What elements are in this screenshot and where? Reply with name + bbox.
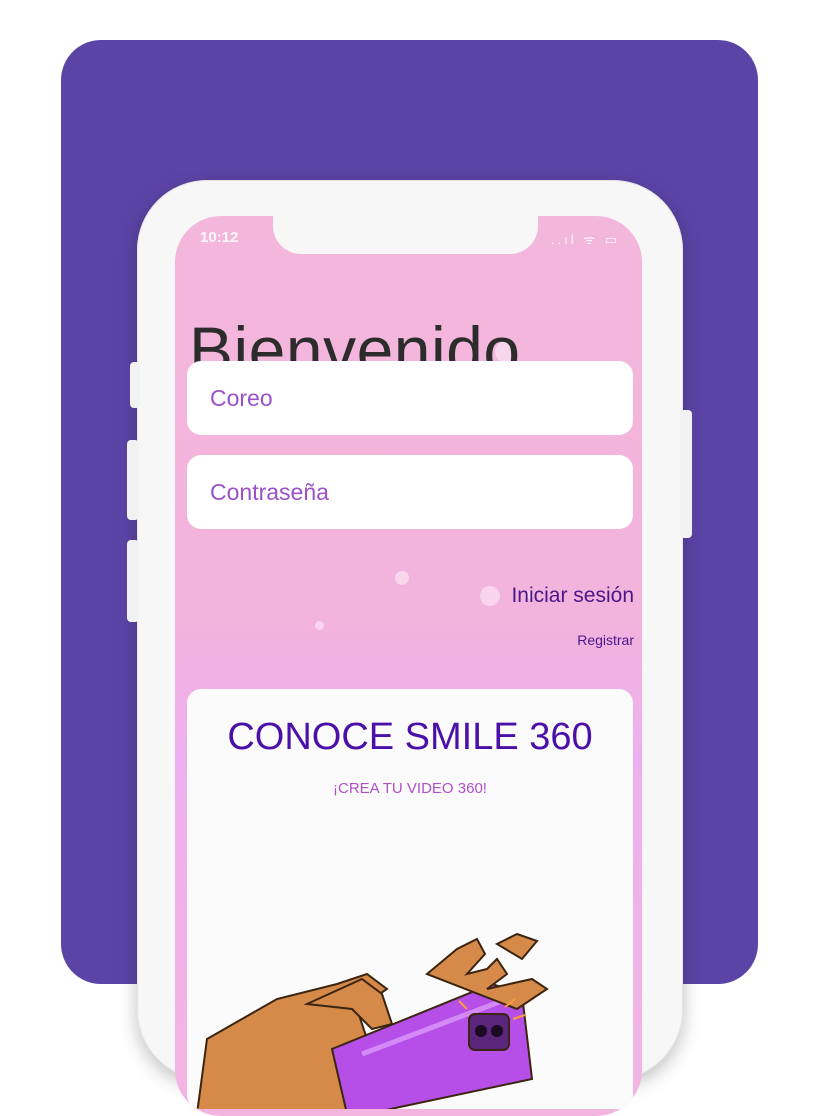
bubble-decoration xyxy=(395,571,409,585)
password-field[interactable]: Contraseña xyxy=(187,455,633,529)
power-button xyxy=(680,410,692,538)
hands-phone-illustration xyxy=(196,932,549,1109)
email-placeholder: Coreo xyxy=(210,384,273,411)
bubble-decoration xyxy=(480,586,500,606)
bubble-decoration xyxy=(315,621,324,630)
status-time: 10:12 xyxy=(200,229,239,246)
promo-card: CONOCE SMILE 360 ¡CREA TU VIDEO 360! xyxy=(187,689,633,1109)
volume-button-1 xyxy=(130,362,140,408)
promo-subtitle: ¡CREA TU VIDEO 360! xyxy=(333,780,487,797)
register-link[interactable]: Registrar xyxy=(577,632,634,648)
password-placeholder: Contraseña xyxy=(210,478,329,505)
email-field[interactable]: Coreo xyxy=(187,361,633,435)
promo-title: CONOCE SMILE 360 xyxy=(227,716,593,758)
phone-screen: 10:12 ..ıl ᯤ ▭ Bienvenido Coreo Contrase… xyxy=(175,216,642,1116)
phone-notch xyxy=(273,216,538,254)
status-icons: ..ıl ᯤ ▭ xyxy=(550,232,620,247)
volume-button-2 xyxy=(127,440,139,520)
volume-button-3 xyxy=(127,540,139,622)
login-link[interactable]: Iniciar sesión xyxy=(511,584,634,608)
